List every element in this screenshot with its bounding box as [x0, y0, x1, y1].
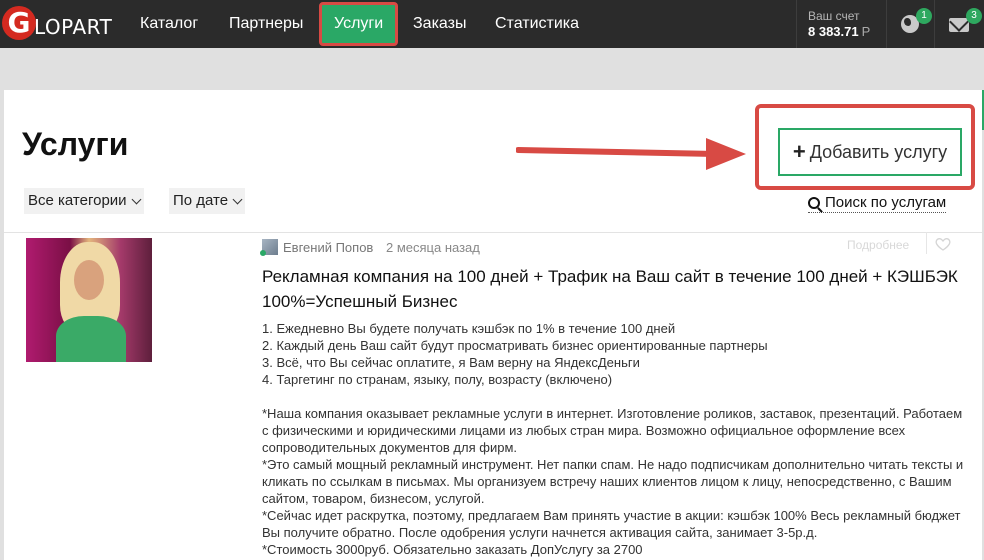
nav-partners[interactable]: Партнеры: [229, 0, 303, 48]
nav-orders[interactable]: Заказы: [413, 0, 466, 48]
logo-text: LOPART: [34, 15, 113, 39]
search-services-label: Поиск по услугам: [825, 194, 947, 211]
description-paragraph: *Наша компания оказывает рекламные услуг…: [262, 406, 963, 455]
plus-icon: +: [792, 139, 806, 164]
listing-description: 1. Ежедневно Вы будете получать кэшбэк п…: [262, 320, 966, 558]
add-service-button[interactable]: + Добавить услугу: [778, 128, 962, 176]
chevron-down-icon: [131, 194, 142, 204]
description-line: 4. Таргетинг по странам, языку, полу, во…: [262, 372, 613, 387]
nav-statistics[interactable]: Статистика: [495, 0, 579, 48]
account-value: 8 383.71 Р: [808, 24, 871, 39]
author-name[interactable]: Евгений Попов: [283, 240, 373, 255]
arrow-annotation: [516, 138, 746, 170]
listing-title[interactable]: Рекламная компания на 100 дней + Трафик …: [262, 264, 962, 314]
add-service-label: Добавить услугу: [809, 141, 948, 162]
notification-badge: 1: [916, 8, 932, 24]
heart-icon[interactable]: [935, 236, 951, 252]
description-paragraph: *Это самый мощный рекламный инструмент. …: [262, 457, 964, 506]
nav-services[interactable]: Услуги: [319, 2, 399, 46]
account-label: Ваш счет: [808, 9, 860, 23]
page-title: Услуги: [22, 126, 129, 162]
listing-thumbnail[interactable]: [26, 238, 152, 362]
search-icon: [808, 197, 820, 209]
online-status-icon: [260, 250, 266, 256]
envelope-icon: [949, 18, 969, 32]
listing-time: 2 месяца назад: [386, 240, 480, 255]
category-filter-dropdown[interactable]: Все категории: [24, 188, 144, 214]
divider: [926, 232, 927, 254]
sort-filter-label: По дате: [173, 192, 229, 209]
notifications-button[interactable]: 1: [886, 0, 934, 48]
top-navigation-bar: G LOPART Каталог Партнеры Услуги Заказы …: [0, 0, 984, 48]
messages-badge: 3: [966, 8, 982, 24]
search-services-link[interactable]: Поиск по услугам: [808, 194, 947, 213]
glopart-logo[interactable]: G LOPART: [0, 6, 113, 42]
account-balance[interactable]: Ваш счет 8 383.71 Р: [796, 0, 886, 48]
divider: [4, 232, 982, 233]
nav-catalog[interactable]: Каталог: [140, 0, 198, 48]
messages-button[interactable]: 3: [934, 0, 984, 48]
category-filter-label: Все категории: [28, 192, 127, 209]
logo-g-icon: G: [2, 6, 36, 40]
sort-filter-dropdown[interactable]: По дате: [169, 188, 246, 214]
description-line: 3. Всё, что Вы сейчас оплатите, я Вам ве…: [262, 355, 640, 370]
description-paragraph: *Стоимость 3000руб. Обязательно заказать…: [262, 542, 643, 557]
description-line: 2. Каждый день Ваш сайт будут просматрив…: [262, 338, 768, 353]
details-link[interactable]: Подробнее: [847, 238, 909, 252]
currency-sign: Р: [861, 24, 871, 39]
description-line: [262, 388, 966, 405]
description-line: 1. Ежедневно Вы будете получать кэшбэк п…: [262, 321, 676, 336]
chevron-down-icon: [232, 194, 243, 204]
description-paragraph: *Сейчас идет раскрутка, поэтому, предлаг…: [262, 508, 961, 540]
services-panel: Услуги + Добавить услугу Все категории П…: [4, 90, 982, 560]
